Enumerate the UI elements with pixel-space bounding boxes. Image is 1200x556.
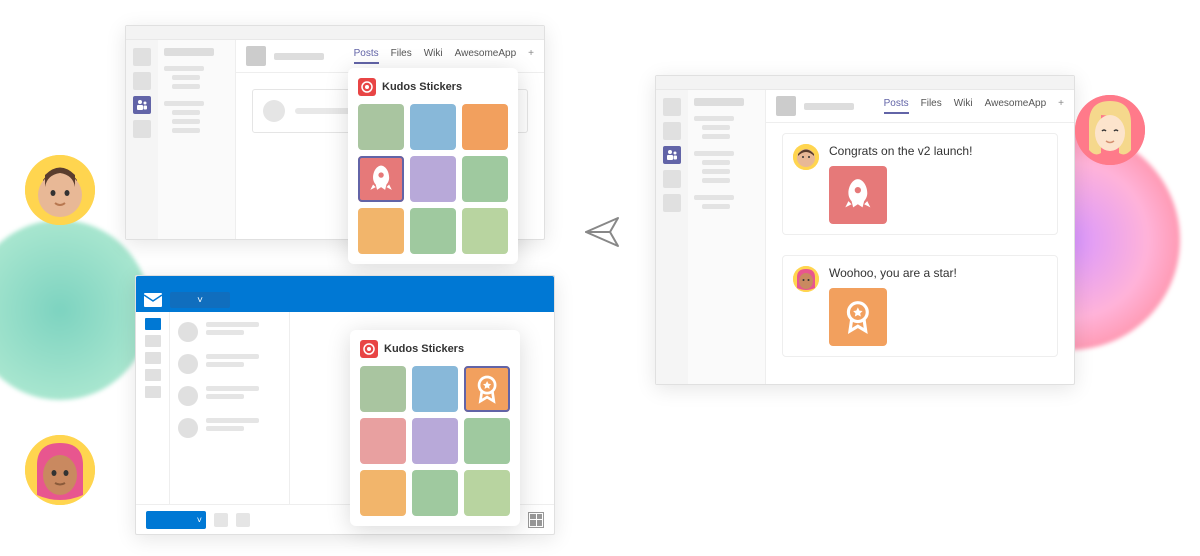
tab-awesomeapp[interactable]: AwesomeApp [985, 98, 1047, 114]
folder-item[interactable] [145, 386, 161, 398]
list-item[interactable] [178, 386, 281, 406]
list-header [164, 48, 214, 56]
tab-wiki[interactable]: Wiki [424, 48, 443, 64]
rail-item[interactable] [663, 194, 681, 212]
sticker-option-rocket-icon[interactable] [358, 156, 404, 202]
rocket-sticker-icon [829, 166, 887, 224]
rail-item[interactable] [133, 72, 151, 90]
main-content: Posts Files Wiki AwesomeApp + Congrats o… [766, 90, 1074, 384]
message-text: Woohoo, you are a star! [829, 266, 957, 280]
rail-item[interactable] [133, 120, 151, 138]
avatar-placeholder [263, 100, 285, 122]
tab-add-icon[interactable]: + [528, 48, 534, 64]
message-text: Congrats on the v2 launch! [829, 144, 972, 158]
sticker-option[interactable] [410, 208, 456, 254]
sticker-option[interactable] [358, 104, 404, 150]
addins-icon[interactable] [528, 512, 544, 528]
list-item[interactable] [178, 322, 281, 342]
sticker-option[interactable] [410, 104, 456, 150]
sticker-option[interactable] [360, 366, 406, 412]
folder-item[interactable] [145, 369, 161, 381]
folder-rail [136, 312, 170, 504]
team-avatar [246, 46, 266, 66]
sticker-panel-title: Kudos Stickers [382, 81, 462, 93]
new-mail-button[interactable]: ˅ [170, 292, 230, 308]
ribbon-sticker-icon [829, 288, 887, 346]
channel-list [158, 40, 236, 239]
channel-name [274, 53, 324, 60]
sticker-picker-teams: Kudos Stickers [348, 68, 518, 264]
sticker-option[interactable] [412, 418, 458, 464]
send-button[interactable]: ˅ [146, 511, 206, 529]
chat-message: Woohoo, you are a star! [782, 255, 1058, 357]
rail-nav [126, 40, 158, 239]
team-avatar [776, 96, 796, 116]
avatar-woman-hijab [25, 435, 95, 505]
mail-icon [144, 293, 162, 307]
titlebar [126, 26, 544, 40]
tab-posts[interactable]: Posts [354, 48, 379, 64]
avatar-man [25, 155, 95, 225]
rail-item[interactable] [663, 122, 681, 140]
rail-item-teams-icon[interactable] [133, 96, 151, 114]
teams-app-window-result: Posts Files Wiki AwesomeApp + Congrats o… [655, 75, 1075, 385]
sticker-option[interactable] [462, 208, 508, 254]
decorative-blob-teal [0, 220, 150, 400]
avatar-woman-blonde [1075, 95, 1145, 165]
send-arrow-icon [580, 210, 624, 259]
folder-item[interactable] [145, 352, 161, 364]
sticker-option[interactable] [464, 470, 510, 516]
sticker-panel-title: Kudos Stickers [384, 343, 464, 355]
sticker-option[interactable] [360, 418, 406, 464]
sticker-option[interactable] [462, 104, 508, 150]
tab-posts[interactable]: Posts [884, 98, 909, 114]
compose-action[interactable] [236, 513, 250, 527]
folder-item[interactable] [145, 335, 161, 347]
compose-action[interactable] [214, 513, 228, 527]
sticker-picker-outlook: Kudos Stickers [350, 330, 520, 526]
tab-add-icon[interactable]: + [1058, 98, 1064, 114]
sticker-option[interactable] [462, 156, 508, 202]
rail-item-teams-icon[interactable] [663, 146, 681, 164]
channel-name [804, 103, 854, 110]
list-item[interactable] [178, 418, 281, 438]
rail-item[interactable] [133, 48, 151, 66]
sticker-option[interactable] [412, 470, 458, 516]
sticker-option[interactable] [412, 366, 458, 412]
sticker-option[interactable] [360, 470, 406, 516]
message-list [170, 312, 290, 504]
app-logo-icon [360, 340, 378, 358]
message-avatar [793, 144, 819, 170]
sticker-option[interactable] [410, 156, 456, 202]
tab-files[interactable]: Files [921, 98, 942, 114]
sticker-option[interactable] [358, 208, 404, 254]
chat-message: Congrats on the v2 launch! [782, 133, 1058, 235]
tab-wiki[interactable]: Wiki [954, 98, 973, 114]
titlebar [656, 76, 1074, 90]
sticker-grid [358, 104, 508, 254]
tab-files[interactable]: Files [391, 48, 412, 64]
sticker-grid [360, 366, 510, 516]
folder-item[interactable] [145, 318, 161, 330]
tab-awesomeapp[interactable]: AwesomeApp [455, 48, 517, 64]
rail-nav [656, 90, 688, 384]
sticker-option-ribbon-icon[interactable] [464, 366, 510, 412]
sticker-option[interactable] [464, 418, 510, 464]
rail-item[interactable] [663, 98, 681, 116]
list-item[interactable] [178, 354, 281, 374]
channel-list [688, 90, 766, 384]
rail-item[interactable] [663, 170, 681, 188]
outlook-ribbon: ˅ [136, 288, 554, 312]
titlebar [136, 276, 554, 288]
message-avatar [793, 266, 819, 292]
app-logo-icon [358, 78, 376, 96]
